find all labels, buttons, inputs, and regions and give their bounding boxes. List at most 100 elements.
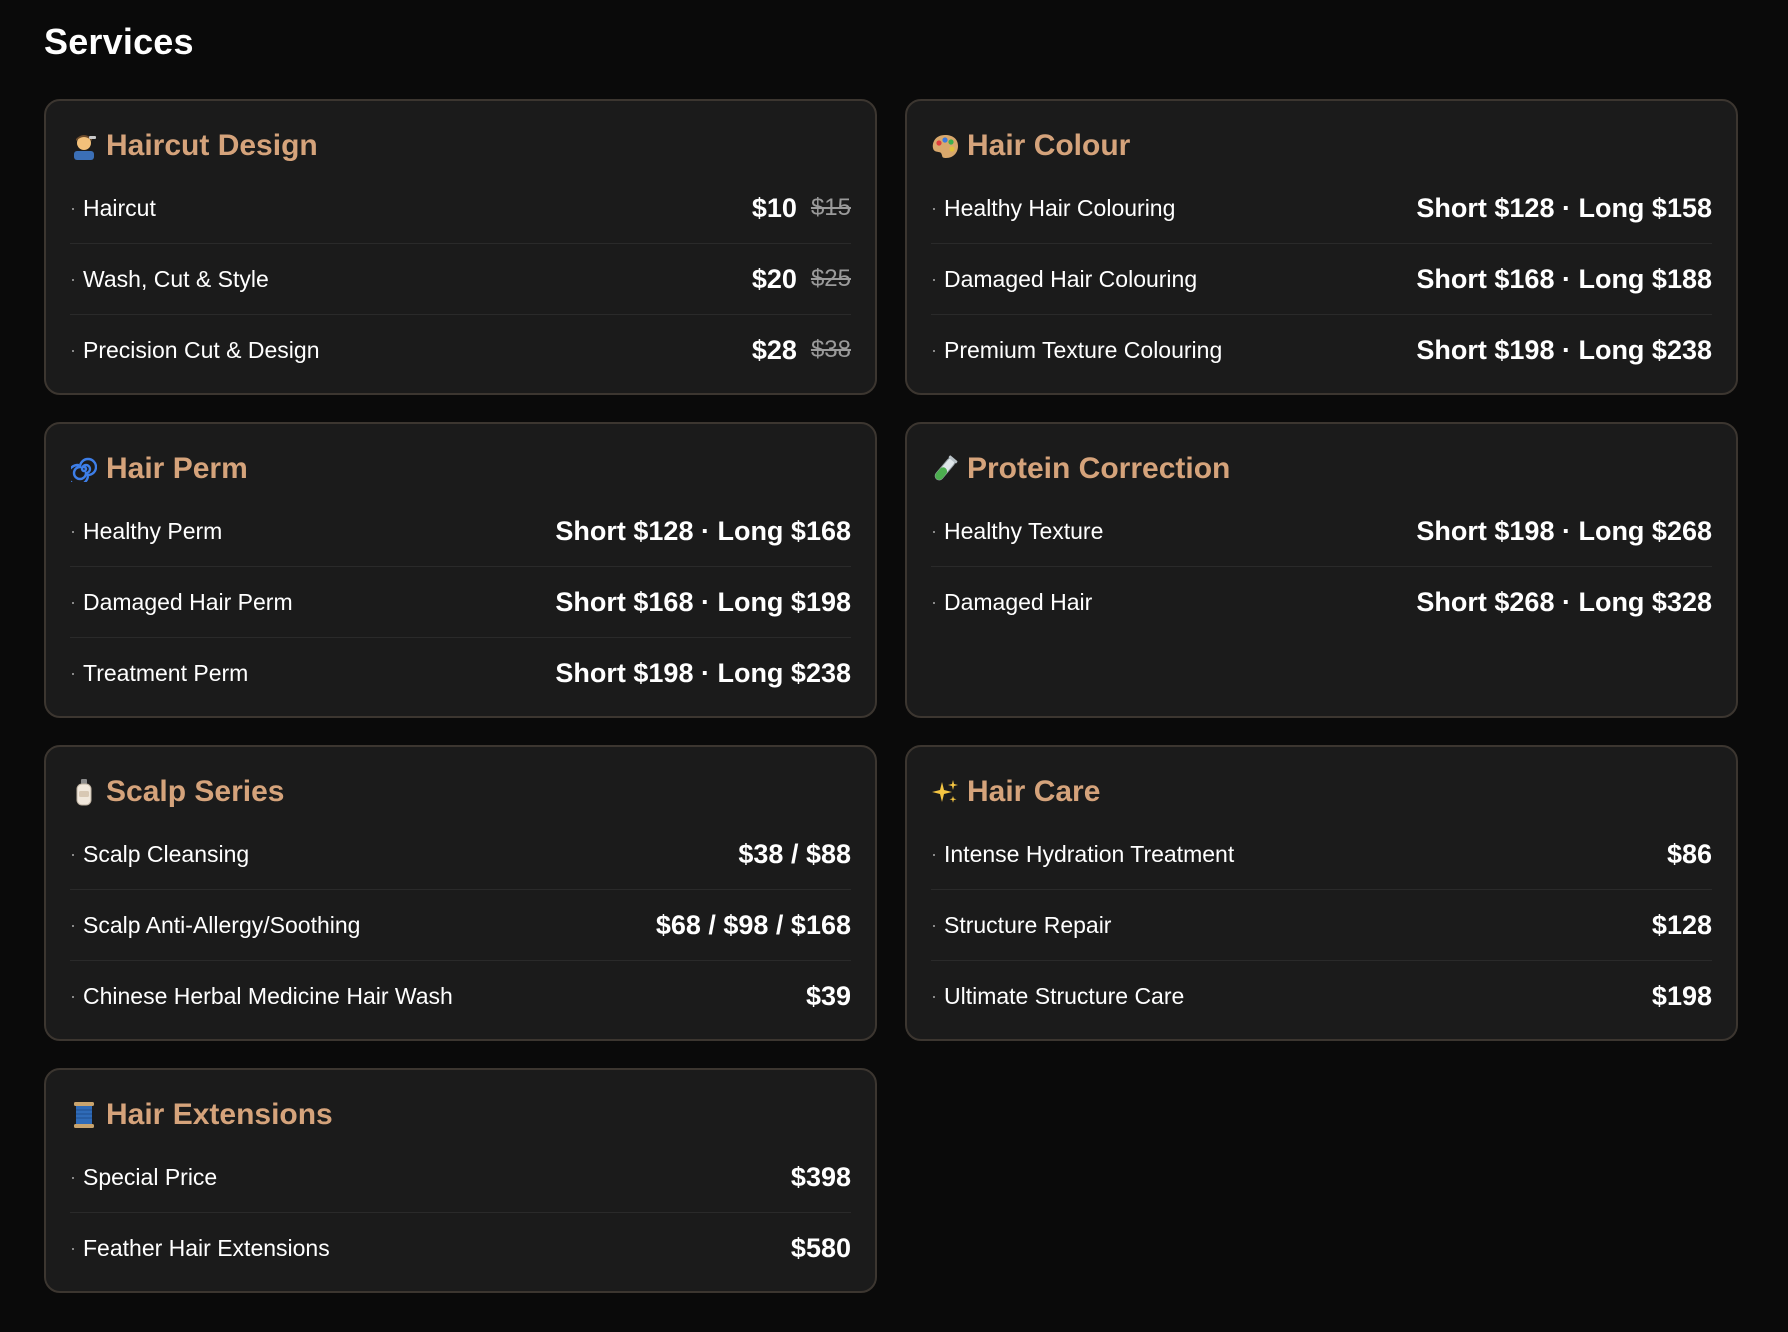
bullet: · [70, 520, 76, 541]
service-row: · Precision Cut & Design $28 $38 [70, 315, 851, 385]
service-price: $128 [1651, 909, 1712, 940]
service-card-hair-perm: Hair Perm · Healthy Perm Short $128 · Lon… [44, 422, 877, 718]
service-name: Ultimate Structure Care [944, 982, 1185, 1009]
original-price: $25 [810, 265, 851, 292]
card-title: Hair Extensions [106, 1098, 333, 1131]
bullet: · [931, 268, 937, 289]
service-row: · Special Price $398 [70, 1142, 851, 1213]
bullet: · [70, 843, 76, 864]
sparkles-icon [931, 778, 959, 806]
service-card-scalp-series: Scalp Series · Scalp Cleansing $38 / $88 … [44, 745, 877, 1041]
service-name: Healthy Hair Colouring [944, 194, 1176, 221]
service-name: Treatment Perm [83, 659, 249, 686]
bullet: · [70, 339, 76, 360]
service-price: Short $168 · Long $188 [1416, 263, 1712, 294]
service-price: $68 / $98 / $168 [655, 909, 851, 940]
service-name: Premium Texture Colouring [944, 336, 1223, 363]
card-header: Protein Correction [931, 446, 1712, 492]
palette-icon [931, 132, 959, 160]
service-price: Short $128 · Long $168 [555, 515, 851, 546]
service-name: Healthy Texture [944, 517, 1104, 544]
service-row: · Ultimate Structure Care $198 [931, 961, 1712, 1031]
card-header: Haircut Design [70, 123, 851, 169]
service-card-protein-correction: Protein Correction · Healthy Texture Shor… [905, 422, 1738, 718]
service-row: · Healthy Perm Short $128 · Long $168 [70, 496, 851, 567]
service-name: Damaged Hair Perm [83, 588, 293, 615]
service-name: Feather Hair Extensions [83, 1234, 330, 1261]
service-row: · Damaged Hair Short $268 · Long $328 [931, 567, 1712, 637]
service-price: Short $268 · Long $328 [1416, 586, 1712, 617]
bullet: · [70, 591, 76, 612]
bullet: · [931, 591, 937, 612]
service-row: · Feather Hair Extensions $580 [70, 1213, 851, 1283]
thread-spool-icon [70, 1101, 98, 1129]
service-price: Short $198 · Long $238 [555, 657, 851, 688]
service-row: · Damaged Hair Colouring Short $168 · Lon… [931, 244, 1712, 315]
card-title: Protein Correction [967, 452, 1231, 485]
card-title: Haircut Design [106, 129, 318, 162]
lotion-bottle-icon [70, 778, 98, 806]
service-row: · Healthy Texture Short $198 · Long $268 [931, 496, 1712, 567]
card-header: Hair Care [931, 769, 1712, 815]
bullet: · [931, 985, 937, 1006]
bullet: · [931, 843, 937, 864]
service-row: · Structure Repair $128 [931, 890, 1712, 961]
service-row: · Healthy Hair Colouring Short $128 · Lon… [931, 173, 1712, 244]
bullet: · [70, 662, 76, 683]
service-name: Chinese Herbal Medicine Hair Wash [83, 982, 453, 1009]
card-header: Hair Perm [70, 446, 851, 492]
service-card-haircut-design: Haircut Design · Haircut $10 $15 · Wash, Cu… [44, 99, 877, 395]
service-row: · Treatment Perm Short $198 · Long $238 [70, 638, 851, 708]
bullet: · [70, 1166, 76, 1187]
service-row: · Premium Texture Colouring Short $198 · … [931, 315, 1712, 385]
service-name: Wash, Cut & Style [83, 265, 269, 292]
service-price: $10 [751, 192, 797, 223]
barber-icon [70, 132, 98, 160]
service-price: $86 [1666, 838, 1712, 869]
spiral-icon [70, 455, 98, 483]
service-name: Structure Repair [944, 911, 1112, 938]
bullet: · [931, 339, 937, 360]
service-price: $580 [790, 1232, 851, 1263]
service-price: Short $168 · Long $198 [555, 586, 851, 617]
card-title: Hair Colour [967, 129, 1131, 162]
service-price: Short $198 · Long $268 [1416, 515, 1712, 546]
service-name: Intense Hydration Treatment [944, 840, 1235, 867]
services-grid: Haircut Design · Haircut $10 $15 · Wash, Cu… [44, 99, 1744, 1293]
card-title: Hair Care [967, 775, 1101, 808]
service-name: Haircut [83, 194, 156, 221]
bullet: · [70, 914, 76, 935]
card-header: Hair Colour [931, 123, 1712, 169]
service-price: $38 / $88 [738, 838, 851, 869]
service-card-hair-care: Hair Care · Intense Hydration Treatment $… [905, 745, 1738, 1041]
service-price: $39 [805, 980, 851, 1011]
card-header: Hair Extensions [70, 1092, 851, 1138]
service-name: Scalp Anti-Allergy/Soothing [83, 911, 361, 938]
bullet: · [931, 197, 937, 218]
service-price: $198 [1651, 980, 1712, 1011]
page-title: Services [44, 21, 194, 62]
service-row: · Scalp Anti-Allergy/Soothing $68 / $98 /… [70, 890, 851, 961]
service-row: · Intense Hydration Treatment $86 [931, 819, 1712, 890]
bullet: · [70, 1237, 76, 1258]
service-row: · Chinese Herbal Medicine Hair Wash $39 [70, 961, 851, 1031]
original-price: $38 [810, 336, 851, 363]
service-name: Damaged Hair Colouring [944, 265, 1198, 292]
test-tube-icon [931, 455, 959, 483]
service-card-hair-extensions: Hair Extensions · Special Price $398 · Fea… [44, 1068, 877, 1293]
service-name: Scalp Cleansing [83, 840, 250, 867]
service-name: Precision Cut & Design [83, 336, 320, 363]
service-row: · Wash, Cut & Style $20 $25 [70, 244, 851, 315]
card-header: Scalp Series [70, 769, 851, 815]
bullet: · [931, 914, 937, 935]
service-name: Healthy Perm [83, 517, 223, 544]
service-price: $28 [751, 334, 797, 365]
service-price: Short $128 · Long $158 [1416, 192, 1712, 223]
card-title: Hair Perm [106, 452, 248, 485]
bullet: · [70, 268, 76, 289]
service-name: Special Price [83, 1163, 218, 1190]
card-title: Scalp Series [106, 775, 285, 808]
bullet: · [931, 520, 937, 541]
service-name: Damaged Hair [944, 588, 1093, 615]
service-price: $20 [751, 263, 797, 294]
